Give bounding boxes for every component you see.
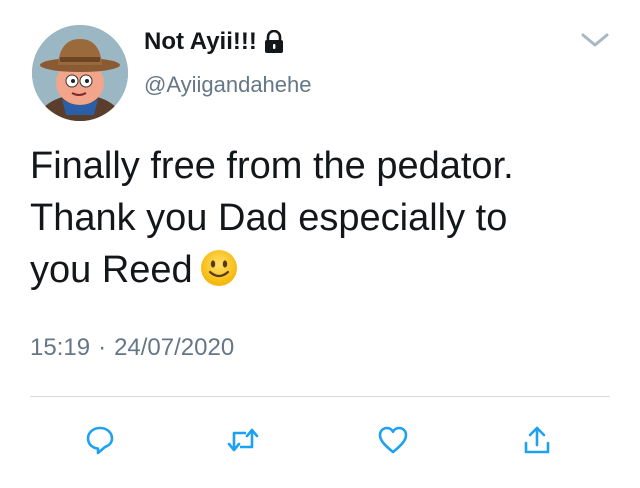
display-name-text: Not Ayii!!! xyxy=(144,28,257,55)
meta-separator: · xyxy=(98,334,107,361)
slightly-smiling-face-emoji xyxy=(199,248,239,302)
display-name[interactable]: Not Ayii!!! xyxy=(144,28,285,56)
avatar[interactable] xyxy=(32,25,128,121)
retweet-icon xyxy=(226,425,260,455)
tweet-time: 15:19 xyxy=(30,334,91,361)
avatar-image xyxy=(32,25,128,121)
tweet-date: 24/07/2020 xyxy=(114,334,235,361)
lock-icon xyxy=(263,30,285,54)
share-button[interactable] xyxy=(517,420,557,460)
reply-button[interactable] xyxy=(80,420,120,460)
share-icon xyxy=(522,424,552,456)
like-button[interactable] xyxy=(373,420,413,460)
handle[interactable]: @Ayiigandahehe xyxy=(144,72,312,98)
chevron-down-icon[interactable] xyxy=(580,30,610,50)
tweet-text-content: Finally free from the pedator. Thank you… xyxy=(30,145,514,291)
tweet-text: Finally free from the pedator. Thank you… xyxy=(30,140,620,302)
heart-icon xyxy=(377,425,409,455)
divider xyxy=(30,396,610,397)
reply-icon xyxy=(85,425,115,455)
tweet-timestamp[interactable]: 15:19 · 24/07/2020 xyxy=(30,334,234,362)
retweet-button[interactable] xyxy=(223,420,263,460)
